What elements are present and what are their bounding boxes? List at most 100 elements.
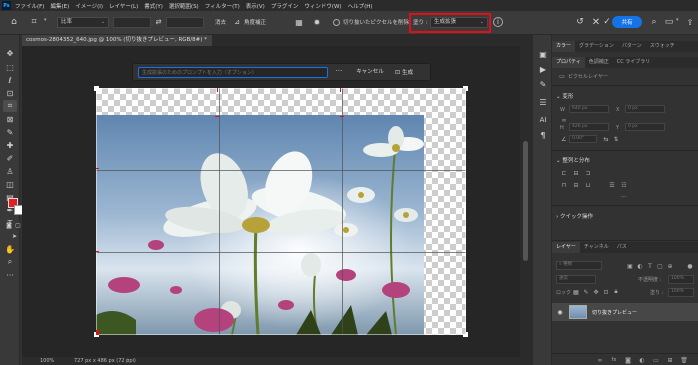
move-tool-icon[interactable]: ✥ (3, 47, 17, 59)
crop-handle-right[interactable] (464, 208, 466, 214)
lock-all-icon[interactable]: 🔒︎ (612, 288, 620, 296)
swap-icon[interactable]: ⇄ (154, 17, 163, 27)
width-field[interactable]: 640 px (569, 105, 609, 113)
reset-icon[interactable]: ↺ (574, 16, 586, 28)
more-options-button[interactable]: ··· (333, 66, 345, 79)
clear-button[interactable]: 消去 (215, 18, 226, 26)
filter-shape-icon[interactable]: ▢ (656, 262, 664, 270)
menu-filter[interactable]: フィルター(T) (205, 2, 240, 10)
layer-row[interactable]: ◉ 切り抜きプレビュー (552, 303, 698, 321)
filter-smart-icon[interactable]: ⊕ (666, 262, 674, 270)
align-left-icon[interactable]: ⊏ (560, 169, 568, 177)
align-right-icon[interactable]: ⊐ (584, 169, 592, 177)
actions-play-icon[interactable]: ▶ (537, 63, 549, 75)
delete-cropped-checkbox[interactable] (333, 19, 340, 26)
menu-layer[interactable]: レイヤー(L) (109, 2, 138, 10)
crop-handle-bottom-right[interactable] (463, 332, 468, 337)
scrollbar-thumb[interactable] (523, 141, 528, 261)
align-top-icon[interactable]: ⊓ (560, 181, 568, 189)
distribute-icon[interactable]: ☰ (608, 181, 616, 189)
document-tab[interactable]: cosmos-2804352_640.jpg @ 100% (切り抜きプレビュー… (22, 35, 212, 46)
quick-actions-section-title[interactable]: › クイック操作 (556, 212, 593, 220)
align-middle-icon[interactable]: ⊟ (572, 181, 580, 189)
menu-help[interactable]: ヘルプ(H) (348, 2, 373, 10)
generate-button[interactable]: ⊡ 生成 (395, 67, 429, 78)
flip-horizontal-icon[interactable]: ⇆ (602, 135, 610, 143)
width-ratio-field[interactable] (113, 17, 151, 28)
overlay-grid-icon[interactable]: ▦ (294, 17, 304, 27)
tab-adjustments[interactable]: 色調補正 (585, 57, 613, 68)
layer-filter-search[interactable]: ⌕ 種類 (556, 261, 602, 270)
crop-frame-border[interactable] (96, 88, 466, 335)
adjustment-layer-icon[interactable]: ◐ (638, 356, 646, 364)
zoom-tool-icon[interactable]: ⌕ (3, 256, 17, 268)
filter-type-icon[interactable]: T (646, 262, 654, 270)
opacity-field[interactable]: 100% (668, 275, 694, 284)
new-layer-icon[interactable]: ⊞ (666, 356, 674, 364)
history-icon[interactable]: ☰ (537, 96, 549, 108)
crop-tool-icon[interactable]: ⌗ (3, 100, 17, 112)
cancel-button[interactable]: キャンセル (350, 67, 390, 78)
align-bottom-icon[interactable]: ⊔ (584, 181, 592, 189)
menu-select[interactable]: 選択範囲(S) (169, 2, 199, 10)
menu-plugins[interactable]: プラグイン (271, 2, 299, 10)
zoom-level[interactable]: 100% (40, 358, 54, 364)
crop-handle-bottom-left[interactable] (94, 332, 99, 337)
y-field[interactable]: 0 px (625, 123, 665, 131)
link-layers-icon[interactable]: ∞ (596, 356, 604, 364)
more-options-icon[interactable]: ··· (620, 193, 628, 201)
trash-icon[interactable]: 🗑︎ (680, 356, 688, 364)
align-center-h-icon[interactable]: ⊟ (572, 169, 580, 177)
info-icon[interactable]: i (493, 17, 503, 27)
screen-mode-icon[interactable]: ▢ (14, 221, 22, 229)
menu-window[interactable]: ウィンドウ(W) (304, 2, 341, 10)
straighten-button[interactable]: 角度補正 (244, 18, 266, 26)
angle-field[interactable]: 0.00° (569, 135, 597, 143)
flip-vertical-icon[interactable]: ⇅ (612, 135, 620, 143)
frame-tool-icon[interactable]: ⊠ (3, 113, 17, 125)
crop-handle-top-right[interactable] (463, 86, 468, 91)
menu-edit[interactable]: 編集(E) (50, 2, 69, 10)
clone-stamp-tool-icon[interactable]: ♙ (3, 165, 17, 177)
quick-mask-icon[interactable]: ◙ (5, 221, 13, 229)
filter-toggle-icon[interactable]: ● (686, 262, 694, 270)
ai-panel-icon[interactable]: AI (537, 114, 549, 126)
share-button[interactable]: 共有 (612, 16, 642, 28)
menu-image[interactable]: イメージ(I) (75, 2, 103, 10)
tab-swatches[interactable]: スウォッチ (646, 41, 679, 52)
layer-name[interactable]: 切り抜きプレビュー (592, 309, 637, 316)
more-tools-icon[interactable]: ··· (3, 269, 17, 281)
path-select-tool-icon[interactable]: ➤ (10, 230, 19, 242)
search-icon[interactable]: ⌕ (648, 16, 660, 28)
eyedropper-tool-icon[interactable]: ✎ (3, 126, 17, 138)
blend-mode-dropdown[interactable]: 通常 (556, 275, 596, 284)
eraser-tool-icon[interactable]: ◫ (3, 178, 17, 190)
tab-gradient[interactable]: グラデーション (575, 41, 618, 52)
align-section-title[interactable]: ⌄ 整列と分布 (556, 156, 590, 164)
lock-image-icon[interactable]: ✎ (582, 288, 590, 296)
tab-layers[interactable]: レイヤー (552, 242, 580, 253)
link-icon[interactable]: ∞ (560, 116, 568, 124)
marquee-tool-icon[interactable]: ⬚ (3, 61, 17, 73)
menu-view[interactable]: 表示(V) (246, 2, 265, 10)
ratio-dropdown[interactable]: 比率 ⌄ (57, 17, 109, 28)
fill-field[interactable]: 100% (668, 288, 694, 297)
tab-cc-libraries[interactable]: CC ライブラリ (613, 57, 655, 68)
brush-settings-icon[interactable]: ✎ (537, 78, 549, 90)
menu-file[interactable]: ファイル(F) (15, 2, 44, 10)
workspace-icon[interactable]: ▭ (663, 16, 675, 28)
lock-artboard-icon[interactable]: ⊡ (602, 288, 610, 296)
object-select-tool-icon[interactable]: ⊡ (3, 87, 17, 99)
height-field[interactable]: 426 px (569, 123, 609, 131)
lasso-tool-icon[interactable]: ℓ (3, 74, 17, 86)
tool-preset-chevron-icon[interactable]: ▾ (44, 17, 47, 23)
healing-brush-tool-icon[interactable]: ✚ (3, 139, 17, 151)
lock-transparent-icon[interactable]: ▦ (572, 288, 580, 296)
straighten-icon[interactable]: ⊿ (232, 17, 242, 27)
distribute-v-icon[interactable]: ☷ (620, 181, 628, 189)
hand-tool-icon[interactable]: ✋ (3, 243, 17, 255)
home-icon[interactable]: ⌂ (8, 16, 20, 28)
color-panel-icon[interactable]: ▣ (537, 48, 549, 60)
tab-paths[interactable]: パス (613, 242, 631, 253)
share-doc-icon[interactable]: ⇪ (684, 16, 696, 28)
